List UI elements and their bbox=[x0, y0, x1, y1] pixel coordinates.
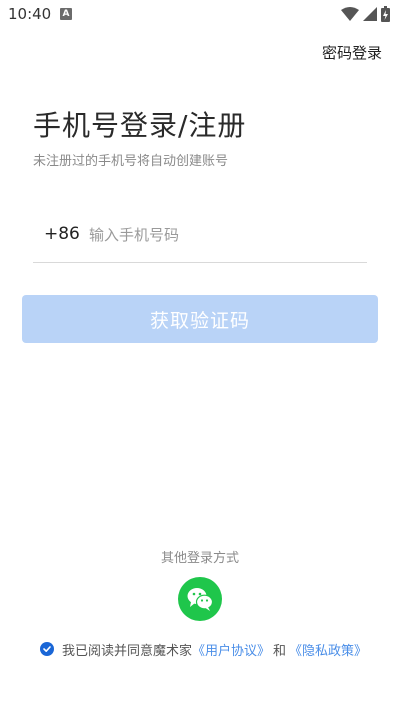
agreement-and-text: 和 bbox=[273, 643, 287, 659]
password-login-link[interactable]: 密码登录 bbox=[322, 42, 382, 63]
country-code-selector[interactable]: +86 bbox=[44, 224, 80, 244]
battery-icon bbox=[381, 6, 390, 22]
checkmark-icon bbox=[43, 646, 51, 652]
status-icons bbox=[341, 5, 390, 23]
status-time: 10:40 bbox=[8, 5, 52, 23]
notification-a-icon: A bbox=[60, 8, 72, 20]
other-login-label: 其他登录方式 bbox=[160, 551, 239, 566]
phone-input-row: +86 bbox=[33, 214, 367, 263]
get-verification-code-button[interactable]: 获取验证码 bbox=[22, 295, 378, 343]
user-agreement-link[interactable]: 《用户协议》 bbox=[192, 640, 270, 659]
agreement-text: 我已阅读并同意魔术家 bbox=[62, 643, 193, 659]
agreement-row: 我已阅读并同意魔术家 《用户协议》 和 《隐私政策》 bbox=[40, 639, 367, 659]
signal-icon bbox=[363, 7, 377, 21]
page-title: 手机号登录/注册 bbox=[33, 109, 247, 142]
wifi-icon bbox=[341, 7, 359, 21]
wechat-login-button[interactable] bbox=[178, 577, 222, 621]
privacy-policy-link[interactable]: 《隐私政策》 bbox=[289, 640, 367, 659]
phone-number-input[interactable] bbox=[89, 220, 359, 250]
page-subtitle: 未注册过的手机号将自动创建账号 bbox=[33, 154, 229, 169]
status-bar: 10:40 A bbox=[0, 0, 400, 28]
wechat-icon bbox=[187, 588, 213, 611]
agreement-checkbox[interactable] bbox=[40, 642, 54, 656]
